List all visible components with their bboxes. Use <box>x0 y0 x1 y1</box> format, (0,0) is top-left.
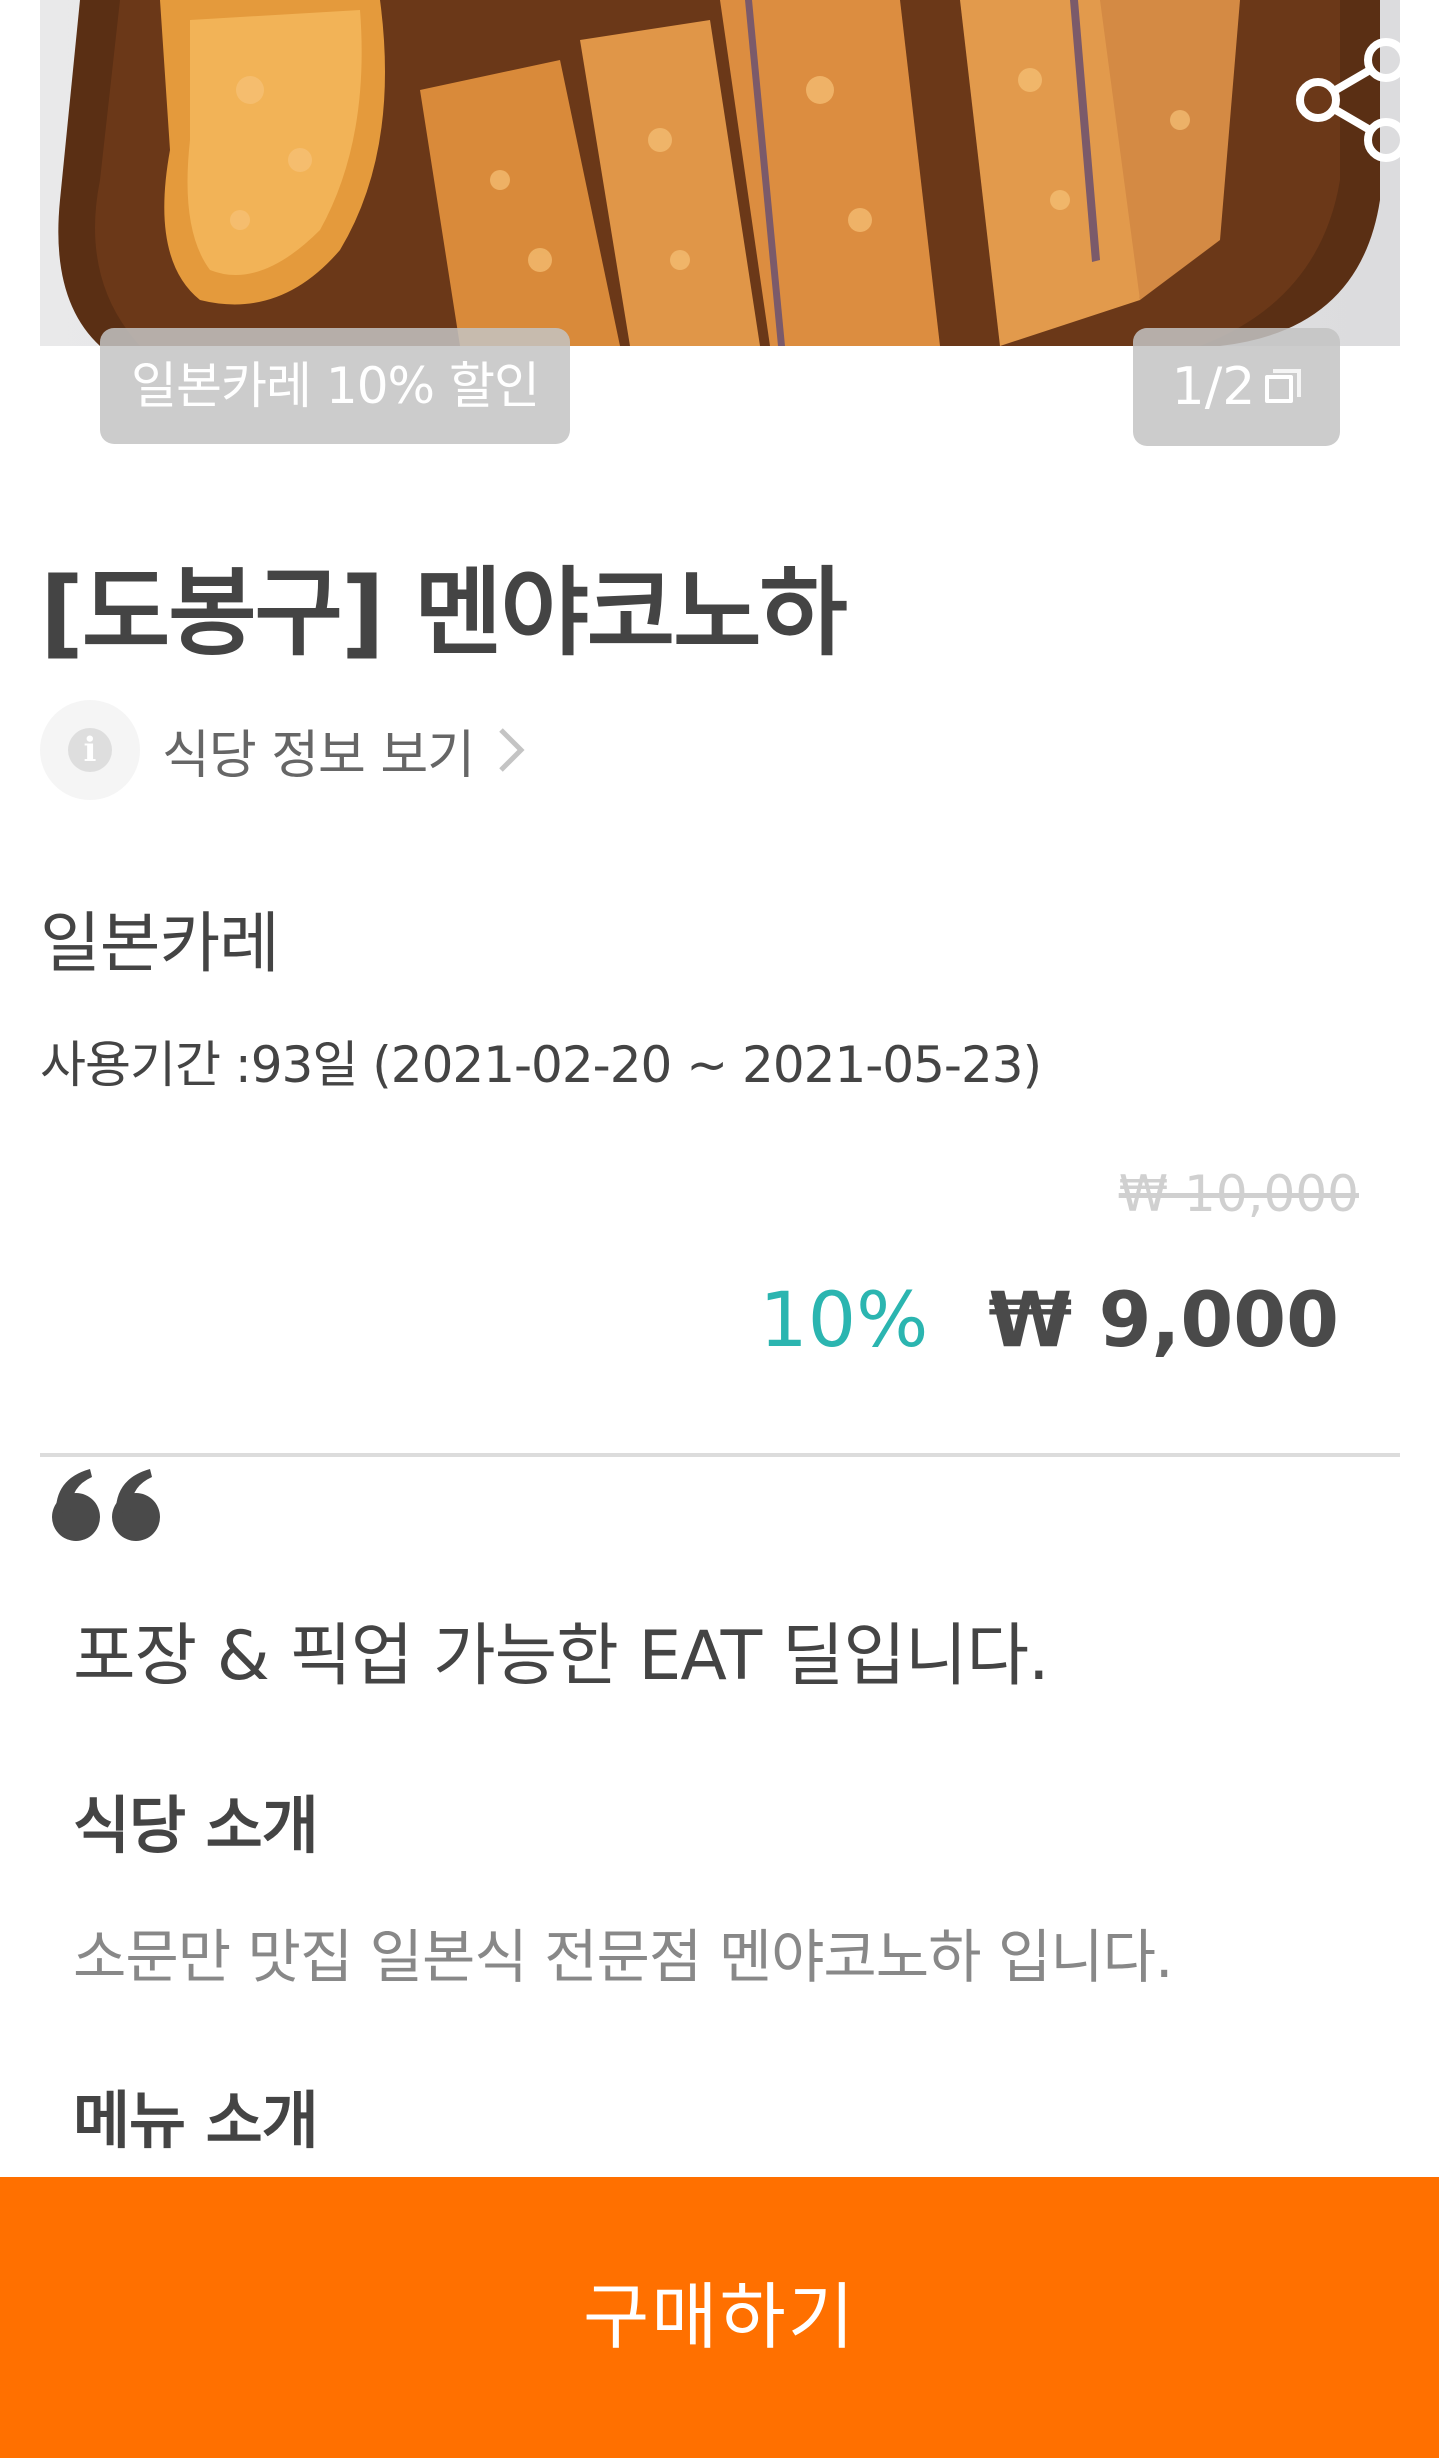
intro-body: 소문만 맛집 일본식 전문점 멘야코노하 입니다. <box>73 1923 1173 1991</box>
divider <box>40 1453 1400 1457</box>
info-icon: i <box>40 700 140 800</box>
image-counter-text: 1/2 <box>1171 357 1256 417</box>
discount-rate: 10% <box>759 1275 929 1364</box>
price-row: 10% ₩ 9,000 <box>759 1275 1339 1364</box>
intro-title: 식당 소개 <box>73 1789 319 1862</box>
food-photo <box>40 0 1400 346</box>
gallery-icon <box>1265 369 1302 405</box>
quote-icon <box>52 1469 160 1541</box>
restaurant-info-link[interactable]: i 식당 정보 보기 <box>40 700 526 800</box>
buy-button[interactable]: 구매하기 <box>0 2177 1439 2458</box>
menu-title: 메뉴 소개 <box>73 2084 319 2157</box>
chevron-right-icon <box>499 728 525 772</box>
image-counter: 1/2 <box>1133 328 1340 446</box>
deal-category: 일본카레 <box>40 905 280 982</box>
original-price: ₩ 10,000 <box>1118 1165 1359 1223</box>
usage-period: 사용기간 :93일 (2021-02-20 ~ 2021-05-23) <box>40 1036 1042 1094</box>
promo-text: 포장 & 픽업 가능한 EAT 딜입니다. <box>73 1617 1050 1696</box>
restaurant-title: [도봉구] 멘야코노하 <box>40 557 848 669</box>
deal-detail-page: 일본카레 10% 할인 1/2 [도봉구] 멘야코노하 i 식당 정보 보기 일… <box>0 0 1439 2458</box>
sale-price: ₩ 9,000 <box>988 1275 1339 1364</box>
hero-image[interactable] <box>40 0 1400 346</box>
restaurant-info-label: 식당 정보 보기 <box>162 725 475 786</box>
discount-tag: 일본카레 10% 할인 <box>100 328 570 444</box>
share-icon[interactable] <box>1290 36 1400 166</box>
